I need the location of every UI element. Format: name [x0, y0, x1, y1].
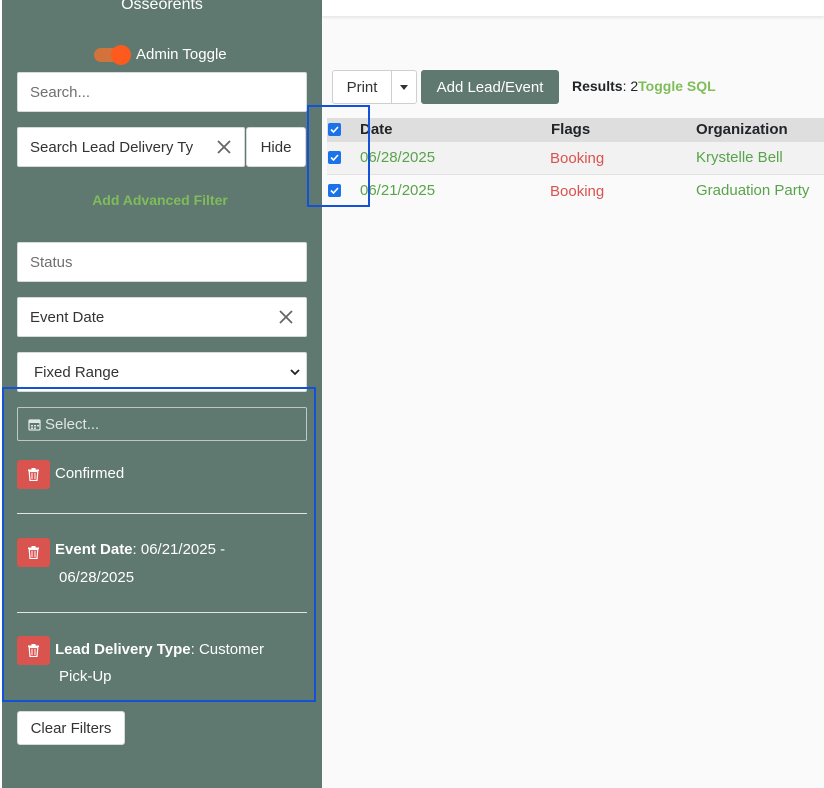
- caret-down-icon: [400, 84, 408, 90]
- add-advanced-filter-link[interactable]: Add Advanced Filter: [0, 192, 320, 208]
- toggle-switch[interactable]: [94, 44, 131, 65]
- column-header-organization[interactable]: Organization: [696, 121, 788, 138]
- toggle-sql-link[interactable]: Toggle SQL: [638, 78, 716, 94]
- add-lead-event-button[interactable]: Add Lead/Event: [421, 70, 559, 104]
- toggle-knob: [111, 44, 131, 65]
- close-icon[interactable]: [278, 309, 294, 325]
- search-placeholder: Search...: [30, 83, 91, 101]
- results-summary: Results: 2Toggle SQL: [572, 78, 716, 94]
- admin-toggle[interactable]: Admin Toggle: [94, 44, 227, 65]
- checkbox-highlight-box: [307, 105, 370, 207]
- results-count: : 2: [622, 78, 639, 94]
- hide-button[interactable]: Hide: [246, 127, 306, 167]
- cell-date[interactable]: 06/28/2025: [360, 149, 435, 166]
- clear-filters-button[interactable]: Clear Filters: [17, 711, 125, 745]
- range-select-value: Fixed Range: [34, 363, 120, 381]
- status-placeholder: Status: [30, 253, 73, 271]
- cell-organization[interactable]: Graduation Party: [696, 182, 809, 199]
- lead-delivery-search-input[interactable]: Search Lead Delivery Ty: [17, 127, 245, 167]
- cell-flags: Booking: [550, 183, 605, 200]
- admin-toggle-label: Admin Toggle: [136, 46, 227, 63]
- search-input[interactable]: Search...: [17, 72, 307, 112]
- lead-delivery-search-value: Search Lead Delivery Ty: [30, 138, 194, 156]
- event-date-value: Event Date: [30, 308, 105, 326]
- column-header-flags[interactable]: Flags: [551, 121, 590, 138]
- print-dropdown-button[interactable]: [391, 70, 417, 104]
- range-select[interactable]: Fixed Range: [17, 352, 307, 392]
- print-button[interactable]: Print: [332, 70, 392, 104]
- chevron-down-icon: [290, 369, 300, 376]
- results-label: Results: [572, 78, 623, 94]
- status-input[interactable]: Status: [17, 242, 307, 282]
- cell-date[interactable]: 06/21/2025: [360, 182, 435, 199]
- close-icon[interactable]: [216, 139, 232, 155]
- cell-flags: Booking: [550, 150, 605, 167]
- app-title: Osseorents: [121, 0, 203, 13]
- event-date-input[interactable]: Event Date: [17, 297, 307, 337]
- filters-highlight-box: [2, 387, 316, 702]
- cell-organization[interactable]: Krystelle Bell: [696, 149, 783, 166]
- top-bar: [322, 0, 824, 16]
